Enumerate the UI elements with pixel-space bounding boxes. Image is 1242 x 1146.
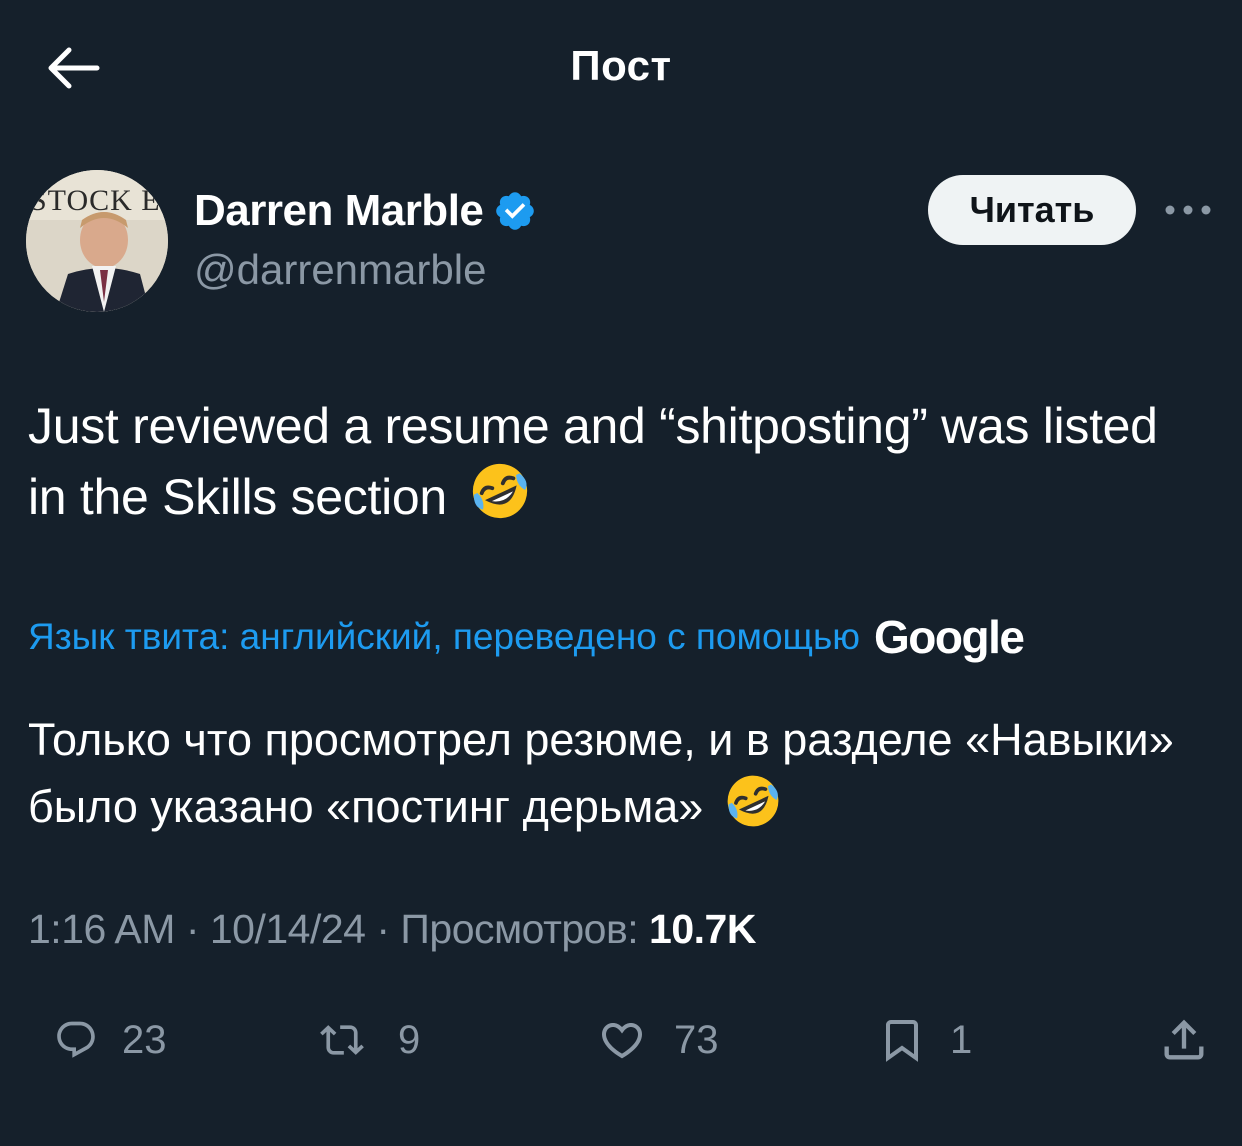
- author-handle[interactable]: @darrenmarble: [194, 246, 486, 294]
- repost-icon: [320, 1025, 364, 1055]
- rolling-laughing-emoji-icon: [724, 772, 782, 847]
- bookmark-count: 1: [950, 1017, 973, 1062]
- tweet-text: Just reviewed a resume and “shitposting”…: [28, 392, 1208, 539]
- share-icon: [1164, 1019, 1204, 1060]
- verified-badge-icon: [493, 189, 537, 233]
- repost-count: 9: [398, 1017, 421, 1062]
- share-button[interactable]: [1158, 1008, 1210, 1072]
- google-logo-text: Google: [874, 611, 1025, 663]
- like-count: 73: [674, 1017, 719, 1062]
- page-title: Пост: [570, 42, 672, 89]
- tweet-meta: 1:16 AM · 10/14/24 · Просмотров: 10.7K: [28, 906, 756, 953]
- reply-button[interactable]: 23: [54, 1008, 167, 1072]
- like-button[interactable]: 73: [594, 1008, 719, 1072]
- translated-text: Только что просмотрел резюме, и в раздел…: [28, 708, 1218, 847]
- avatar-photo: STOCK E: [26, 170, 168, 312]
- avatar[interactable]: STOCK E: [26, 170, 168, 312]
- more-dots-icon: [1165, 205, 1211, 215]
- heart-icon: [601, 1023, 643, 1059]
- translation-notice[interactable]: Язык твита: английский, переведено с пом…: [28, 610, 1218, 664]
- bookmark-button[interactable]: 1: [878, 1008, 972, 1072]
- tweet-date[interactable]: 10/14/24: [210, 906, 366, 952]
- translation-notice-text[interactable]: Язык твита: английский, переведено с пом…: [28, 616, 860, 658]
- follow-button[interactable]: Читать: [928, 175, 1136, 245]
- translated-text-content: Только что просмотрел резюме, и в раздел…: [28, 714, 1174, 832]
- top-bar: Пост: [0, 0, 1242, 140]
- author-name-row[interactable]: Darren Marble: [194, 183, 537, 239]
- tweet-time[interactable]: 1:16 AM: [28, 906, 175, 952]
- bookmark-icon: [886, 1020, 918, 1062]
- views-label: Просмотров:: [400, 906, 639, 952]
- author-name[interactable]: Darren Marble: [194, 186, 484, 236]
- avatar-sign-text: STOCK E: [30, 184, 161, 217]
- more-options-button[interactable]: [1162, 190, 1214, 230]
- meta-separator: ·: [365, 906, 401, 952]
- repost-button[interactable]: 9: [310, 1008, 420, 1072]
- views-count[interactable]: 10.7K: [649, 906, 756, 952]
- meta-separator: ·: [174, 906, 210, 952]
- tweet-actions: 23 9 73 1: [0, 1000, 1242, 1080]
- tweet-text-content: Just reviewed a resume and “shitposting”…: [28, 398, 1158, 525]
- reply-icon: [57, 1021, 95, 1058]
- reply-count: 23: [122, 1017, 167, 1062]
- rolling-laughing-emoji-icon: [469, 460, 531, 539]
